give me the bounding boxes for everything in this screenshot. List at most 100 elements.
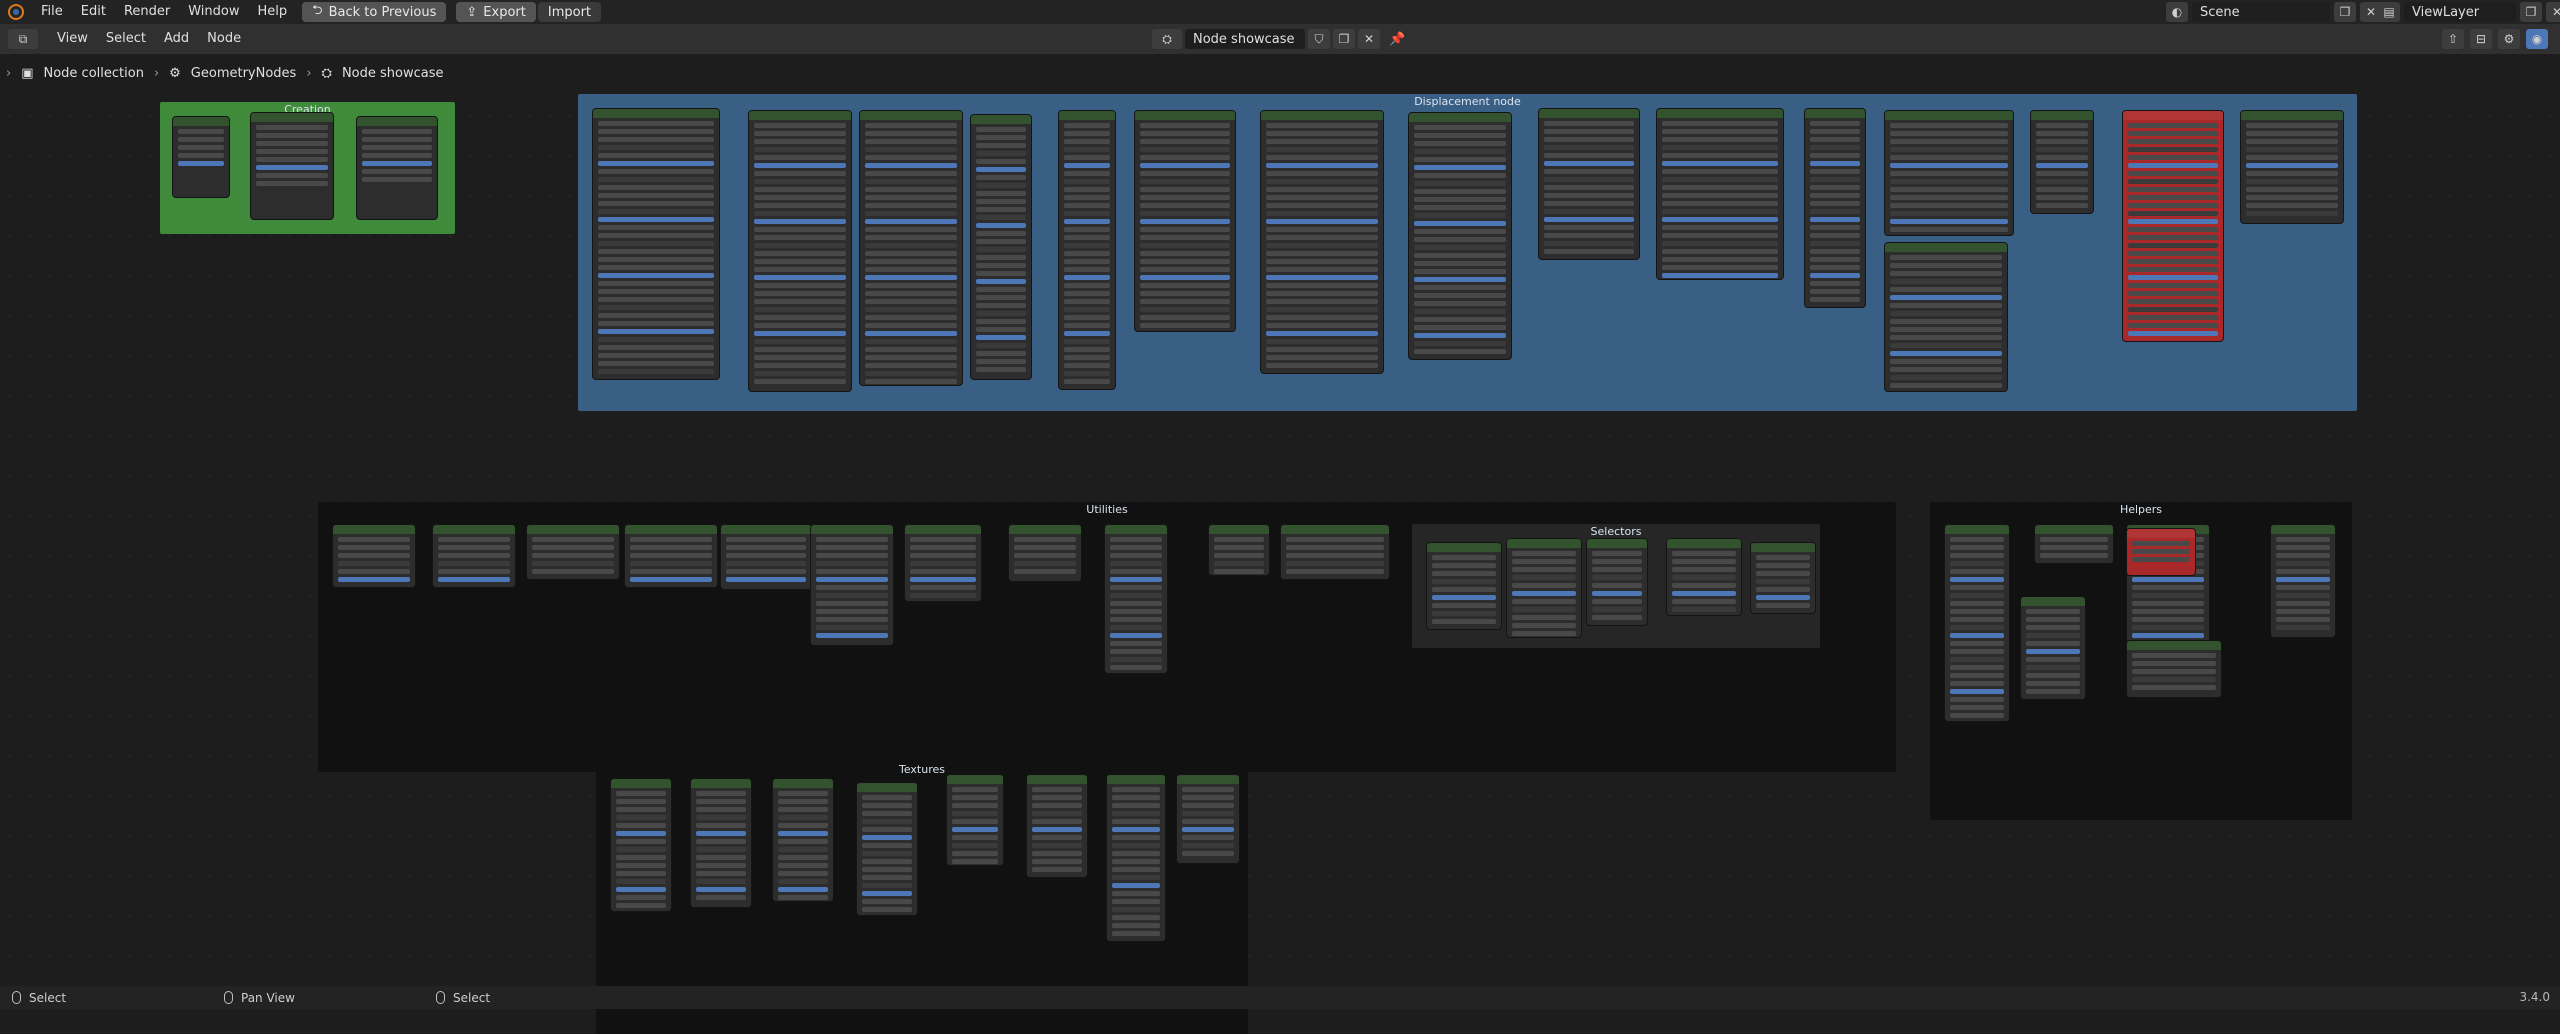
node[interactable]	[1176, 774, 1240, 864]
node[interactable]	[1104, 524, 1168, 674]
node[interactable]	[2240, 110, 2344, 224]
menu-render[interactable]: Render	[115, 0, 179, 24]
blender-logo-icon[interactable]	[8, 4, 24, 20]
breadcrumb-geometry-icon: ⚙	[169, 65, 181, 81]
view-layer-icon: ▤	[2378, 2, 2400, 22]
node[interactable]	[432, 524, 516, 588]
node[interactable]	[332, 524, 416, 588]
duplicate-icon[interactable]: ❐	[1333, 29, 1355, 49]
node[interactable]	[250, 112, 334, 220]
node[interactable]	[1134, 110, 1236, 332]
node[interactable]	[904, 524, 982, 602]
node-tree-selector[interactable]: ⛭ Node showcase ⛉ ❐ ✕ 📌	[1152, 29, 1405, 49]
frame-selectors[interactable]: Selectors	[1412, 524, 1820, 648]
snap-icon[interactable]: ⊟	[2470, 29, 2492, 49]
gizmo-icon[interactable]: ⚙	[2498, 29, 2520, 49]
node[interactable]	[1656, 108, 1784, 280]
shield-icon[interactable]: ⛉	[1308, 29, 1330, 49]
pin-icon[interactable]: 📌	[1389, 32, 1405, 47]
node[interactable]	[1208, 524, 1270, 576]
node[interactable]	[1884, 242, 2008, 392]
frame-displacement-node[interactable]: Displacement node	[578, 94, 2357, 411]
node[interactable]	[1586, 538, 1648, 626]
node[interactable]	[1408, 112, 1512, 360]
frame-utilities[interactable]: Utilities Selectors	[318, 502, 1896, 772]
node[interactable]	[856, 782, 918, 916]
node[interactable]	[748, 110, 852, 392]
node-tree-name-field[interactable]: Node showcase	[1185, 29, 1305, 49]
node[interactable]	[1026, 774, 1088, 878]
node[interactable]	[1804, 108, 1866, 308]
overlay-icon[interactable]: ◉	[2526, 29, 2548, 49]
node[interactable]	[2126, 640, 2222, 698]
status-right: Select	[436, 991, 490, 1005]
top-menu-bar: File Edit Render Window Help ⮌ Back to P…	[0, 0, 2560, 24]
status-middle: Pan View	[224, 991, 295, 1005]
node[interactable]	[1008, 524, 1082, 582]
menu-edit[interactable]: Edit	[72, 0, 115, 24]
node[interactable]	[2126, 528, 2196, 576]
breadcrumb: › ▣ Node collection › ⚙ GeometryNodes › …	[0, 62, 443, 84]
frame-creation[interactable]: Creation	[160, 102, 455, 234]
node[interactable]	[1426, 542, 1502, 630]
menu-window[interactable]: Window	[179, 0, 248, 24]
node[interactable]	[859, 110, 963, 386]
menu-add[interactable]: Add	[155, 27, 198, 51]
node[interactable]	[356, 116, 438, 220]
overlay-controls[interactable]: ⇧ ⊟ ⚙ ◉	[2442, 29, 2548, 49]
node[interactable]	[2122, 110, 2224, 342]
export-button[interactable]: ⇪ Export	[456, 2, 536, 22]
export-icon: ⇪	[466, 4, 478, 20]
scene-icon: ◐	[2166, 2, 2188, 22]
menu-node[interactable]: Node	[198, 27, 250, 51]
menu-select[interactable]: Select	[97, 27, 155, 51]
back-to-previous-button[interactable]: ⮌ Back to Previous	[302, 2, 447, 22]
node[interactable]	[690, 778, 752, 908]
duplicate-icon[interactable]: ❐	[2334, 2, 2356, 22]
breadcrumb-item-node-showcase[interactable]: Node showcase	[342, 66, 444, 81]
duplicate-icon[interactable]: ❐	[2520, 2, 2542, 22]
menu-help[interactable]: Help	[249, 0, 297, 24]
node[interactable]	[1884, 110, 2014, 236]
close-icon[interactable]: ✕	[2546, 2, 2560, 22]
node[interactable]	[772, 778, 834, 902]
close-icon[interactable]: ✕	[1358, 29, 1380, 49]
node[interactable]	[2030, 110, 2094, 214]
node[interactable]	[172, 116, 230, 198]
node-tree-icon[interactable]: ⛭	[1152, 29, 1182, 49]
node[interactable]	[1260, 110, 1384, 374]
node[interactable]	[624, 524, 718, 588]
node[interactable]	[526, 524, 620, 580]
node[interactable]	[720, 524, 812, 590]
node[interactable]	[970, 114, 1032, 380]
node[interactable]	[1944, 524, 2010, 722]
breadcrumb-item-geometry-nodes[interactable]: GeometryNodes	[191, 66, 297, 81]
breadcrumb-item-node-collection[interactable]: Node collection	[44, 66, 144, 81]
node[interactable]	[1058, 110, 1116, 390]
node[interactable]	[946, 774, 1004, 866]
chevron-right-icon: ›	[6, 65, 12, 81]
node[interactable]	[1750, 542, 1816, 614]
arrow-up-icon[interactable]: ⇧	[2442, 29, 2464, 49]
node[interactable]	[1666, 538, 1742, 616]
scene-selector[interactable]: ◐ Scene ❐ ✕	[2166, 2, 2382, 22]
frame-helpers[interactable]: Helpers	[1930, 502, 2352, 820]
menu-view[interactable]: View	[48, 27, 97, 51]
node[interactable]	[2020, 596, 2086, 700]
node[interactable]	[1538, 108, 1640, 260]
node[interactable]	[610, 778, 672, 912]
node[interactable]	[592, 108, 720, 380]
back-arrow-icon: ⮌	[312, 3, 323, 18]
node[interactable]	[1106, 774, 1166, 942]
import-button[interactable]: Import	[537, 2, 602, 22]
editor-type-icon[interactable]: ⧉	[8, 29, 38, 49]
node[interactable]	[2034, 524, 2114, 564]
node[interactable]	[810, 524, 894, 646]
node[interactable]	[1506, 538, 1582, 638]
menu-file[interactable]: File	[32, 0, 72, 24]
view-layer-selector[interactable]: ▤ ViewLayer ❐ ✕	[2378, 2, 2560, 22]
node-canvas[interactable]: Creation Displacement node Utilities Sel…	[0, 86, 2560, 1034]
node[interactable]	[2270, 524, 2336, 638]
node[interactable]	[1280, 524, 1390, 580]
breadcrumb-node-tree-icon: ⛭	[321, 65, 332, 81]
